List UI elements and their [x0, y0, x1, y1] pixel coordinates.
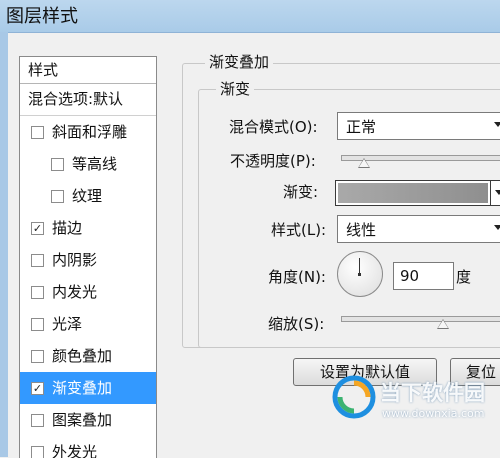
gradient-label: 渐变:	[283, 183, 319, 201]
window-frame	[0, 32, 8, 457]
style-checkbox[interactable]: ✓	[31, 222, 44, 235]
style-item[interactable]: ✓ 描边	[20, 212, 156, 244]
window-title: 图层样式	[6, 6, 78, 27]
chevron-down-icon	[495, 190, 500, 195]
angle-input[interactable]: 90	[393, 262, 454, 290]
style-item-label: 内发光	[52, 283, 98, 301]
angle-dial[interactable]	[337, 251, 383, 297]
blend-mode-select[interactable]: 正常	[337, 112, 500, 140]
angle-label: 角度(N):	[268, 268, 326, 286]
style-item[interactable]: 外发光	[20, 436, 156, 458]
style-checkbox[interactable]: ✓	[31, 382, 44, 395]
style-label: 样式(L):	[271, 221, 327, 239]
gradient-overlay-title: 渐变叠加	[205, 51, 274, 72]
watermark-url: www.downxia.com	[382, 407, 485, 420]
style-item-label: 光泽	[52, 315, 83, 333]
angle-dial-center	[358, 273, 361, 276]
style-item[interactable]: 等高线	[20, 148, 156, 180]
style-items: 斜面和浮雕等高线纹理 ✓ 描边内阴影内发光光泽颜色叠加 ✓ 渐变叠加图案叠加外发光	[20, 116, 156, 458]
style-checkbox[interactable]	[31, 126, 44, 139]
styles-list-header[interactable]: 样式	[20, 57, 156, 84]
downxia-logo-icon	[332, 375, 376, 419]
style-item-label: 描边	[52, 219, 83, 237]
style-checkbox[interactable]	[31, 254, 44, 267]
blend-mode-label: 混合模式(O):	[229, 118, 318, 136]
scale-slider-track[interactable]	[341, 316, 500, 322]
style-item[interactable]: 内发光	[20, 276, 156, 308]
style-value: 线性	[346, 221, 377, 239]
style-item[interactable]: ✓ 渐变叠加	[20, 372, 156, 404]
style-item-label: 等高线	[72, 155, 118, 173]
style-item[interactable]: 内阴影	[20, 244, 156, 276]
title-bar: 图层样式	[0, 0, 500, 33]
style-item-label: 颜色叠加	[52, 347, 113, 365]
style-item[interactable]: 斜面和浮雕	[20, 116, 156, 148]
style-item-label: 纹理	[72, 187, 103, 205]
gradient-dropdown-button[interactable]	[490, 181, 500, 205]
styles-list: 样式 混合选项:默认 斜面和浮雕等高线纹理 ✓ 描边内阴影内发光光泽颜色叠加 ✓ 渐变叠…	[19, 56, 157, 458]
angle-unit: 度	[456, 268, 472, 286]
style-item[interactable]: 光泽	[20, 308, 156, 340]
scale-slider-thumb[interactable]	[437, 319, 450, 329]
style-select[interactable]: 线性	[337, 215, 500, 243]
style-item-label: 渐变叠加	[52, 379, 113, 397]
chevron-down-icon	[494, 122, 500, 127]
angle-dial-needle	[359, 258, 360, 274]
style-item-label: 外发光	[52, 443, 98, 458]
style-item-label: 内阴影	[52, 251, 98, 269]
gradient-subgroup-title: 渐变	[216, 78, 255, 99]
style-item-label: 图案叠加	[52, 411, 113, 429]
blend-options-item[interactable]: 混合选项:默认	[20, 84, 156, 116]
style-checkbox[interactable]	[31, 318, 44, 331]
style-checkbox[interactable]	[31, 446, 44, 458]
style-item[interactable]: 颜色叠加	[20, 340, 156, 372]
opacity-label: 不透明度(P):	[230, 152, 316, 170]
style-item[interactable]: 纹理	[20, 180, 156, 212]
style-checkbox[interactable]	[51, 190, 64, 203]
chevron-down-icon	[494, 225, 500, 230]
watermark-brand: 当下软件园	[380, 381, 485, 405]
watermark: 当下软件园 www.downxia.com	[328, 373, 500, 457]
style-checkbox[interactable]	[31, 414, 44, 427]
style-checkbox[interactable]	[31, 350, 44, 363]
blend-mode-value: 正常	[346, 118, 377, 136]
gradient-swatch[interactable]	[338, 183, 488, 203]
scale-label: 缩放(S):	[268, 315, 325, 333]
style-item[interactable]: 图案叠加	[20, 404, 156, 436]
style-checkbox[interactable]	[51, 158, 64, 171]
gradient-picker[interactable]	[335, 180, 500, 206]
style-checkbox[interactable]	[31, 286, 44, 299]
style-item-label: 斜面和浮雕	[52, 123, 128, 141]
opacity-slider-thumb[interactable]	[358, 158, 371, 168]
